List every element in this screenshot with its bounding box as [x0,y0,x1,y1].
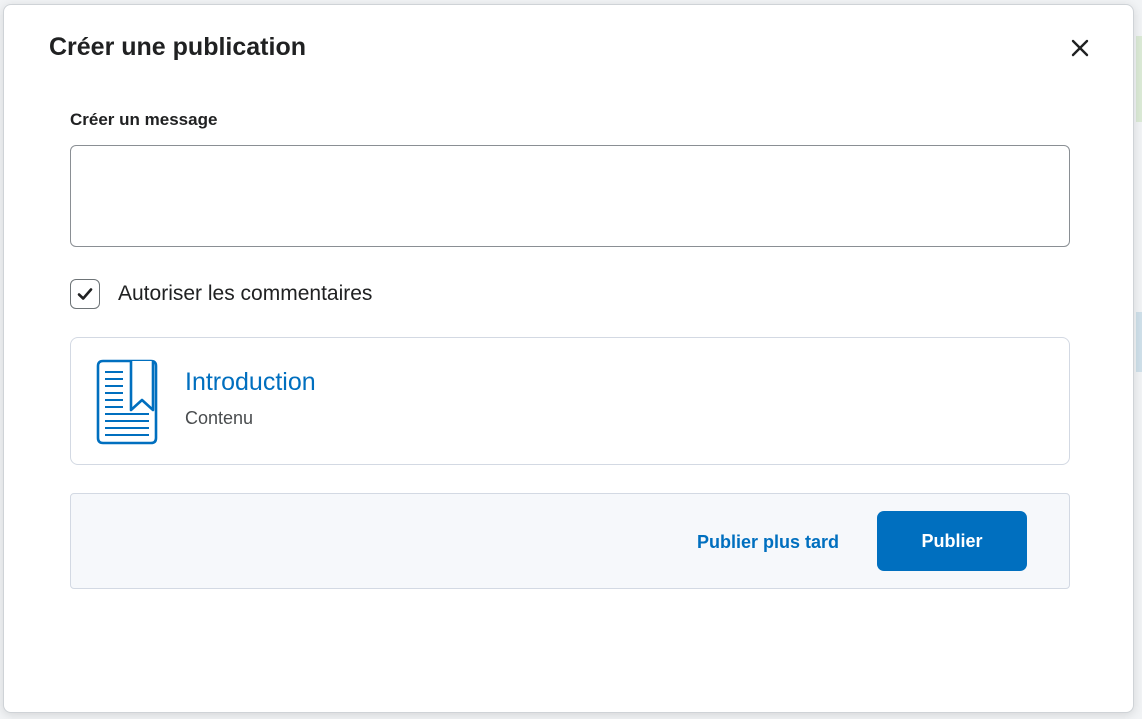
allow-comments-row[interactable]: Autoriser les commentaires [70,277,372,311]
publish-button[interactable]: Publier [877,511,1027,571]
publish-later-button[interactable]: Publier plus tard [685,522,851,562]
content-item-title-link[interactable]: Introduction [185,368,316,397]
content-item-type: Contenu [185,408,254,428]
close-button[interactable] [1066,34,1094,62]
background-edge [1136,36,1142,122]
create-post-dialog: Créer une publication Créer un message A… [3,4,1134,713]
allow-comments-label: Autoriser les commentaires [118,282,373,305]
allow-comments-checkbox[interactable] [70,279,100,309]
message-label: Créer un message [70,110,218,129]
dialog-footer: Publier plus tard Publier [70,493,1070,589]
checkmark-icon [77,288,93,300]
content-item-card: Introduction Contenu [70,337,1070,465]
close-icon [1071,39,1089,57]
message-input[interactable] [70,145,1070,247]
book-bookmark-icon [96,359,158,445]
dialog-title: Créer une publication [49,33,306,61]
background-edge [1136,312,1142,372]
